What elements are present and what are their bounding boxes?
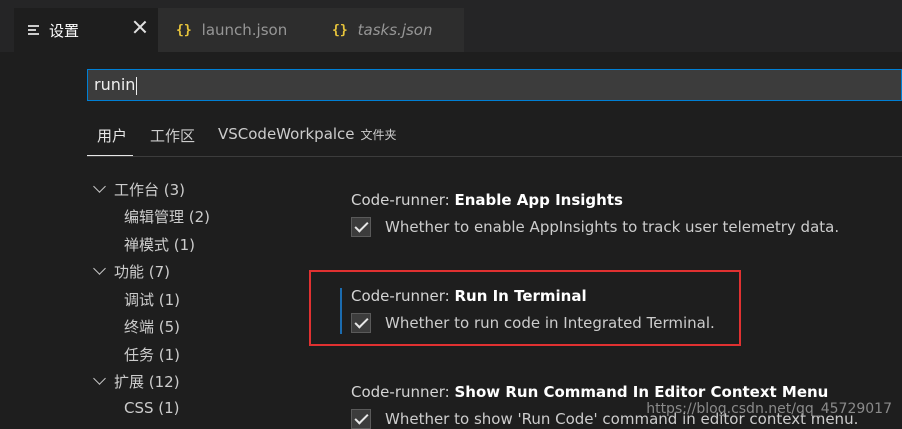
setting-prefix: Code-runner: bbox=[351, 383, 455, 401]
tree-item-css[interactable]: CSS (1) bbox=[124, 399, 180, 417]
settings-lines-icon bbox=[28, 25, 39, 35]
tab-label: launch.json bbox=[201, 21, 288, 39]
tree-item-terminal[interactable]: 终端 (5) bbox=[124, 316, 180, 337]
json-braces-icon: {} bbox=[332, 22, 348, 38]
scope-tab-folder[interactable]: VSCodeWorkpalce 文件夹 bbox=[218, 125, 397, 143]
checkbox-checked[interactable] bbox=[351, 217, 371, 237]
tree-group-extensions[interactable]: 扩展 (12) bbox=[93, 371, 180, 392]
chevron-down-icon bbox=[93, 180, 106, 193]
tree-label: 工作台 (3) bbox=[114, 181, 186, 199]
annotation-highlight-box bbox=[309, 270, 741, 346]
tree-label: 功能 (7) bbox=[114, 263, 171, 281]
setting-title: Code-runner: Enable App Insights bbox=[351, 191, 839, 209]
setting-enable-app-insights: Code-runner: Enable App Insights Whether… bbox=[351, 191, 839, 237]
setting-name: Show Run Command In Editor Context Menu bbox=[454, 383, 829, 401]
tree-label: 扩展 (12) bbox=[114, 373, 180, 391]
setting-title: Code-runner: Show Run Command In Editor … bbox=[351, 383, 858, 401]
settings-search-input[interactable]: runin bbox=[87, 69, 902, 101]
scope-tab-workspace[interactable]: 工作区 bbox=[150, 125, 195, 146]
tree-item-zen-mode[interactable]: 禅模式 (1) bbox=[124, 234, 195, 255]
setting-name: Enable App Insights bbox=[454, 191, 623, 209]
setting-prefix: Code-runner: bbox=[351, 191, 455, 209]
folder-suffix: 文件夹 bbox=[360, 128, 397, 142]
editor-tab-bar: 设置 {} launch.json {} tasks.json bbox=[0, 0, 902, 52]
tab-label: tasks.json bbox=[357, 21, 433, 39]
tab-tasks-json[interactable]: {} tasks.json bbox=[314, 8, 464, 52]
tree-item-debug[interactable]: 调试 (1) bbox=[124, 289, 180, 310]
chevron-down-icon bbox=[93, 262, 106, 275]
settings-scope-tabs: 用户 工作区 VSCodeWorkpalce 文件夹 bbox=[86, 118, 902, 157]
json-braces-icon: {} bbox=[176, 22, 192, 38]
folder-name: VSCodeWorkpalce bbox=[218, 125, 355, 143]
watermark-text: https://blog.csdn.net/qq_45729017 bbox=[646, 401, 892, 417]
tree-group-features[interactable]: 功能 (7) bbox=[93, 261, 171, 282]
checkbox-checked[interactable] bbox=[351, 409, 371, 429]
tab-label: 设置 bbox=[49, 21, 80, 40]
tab-launch-json[interactable]: {} launch.json bbox=[158, 8, 314, 52]
setting-description: Whether to enable AppInsights to track u… bbox=[385, 218, 840, 236]
tree-item-editor-management[interactable]: 编辑管理 (2) bbox=[124, 206, 210, 227]
tab-settings[interactable]: 设置 bbox=[14, 8, 158, 52]
tree-group-workbench[interactable]: 工作台 (3) bbox=[93, 179, 186, 200]
search-value: runin bbox=[94, 75, 136, 94]
scope-tab-user[interactable]: 用户 bbox=[86, 125, 134, 156]
close-icon[interactable] bbox=[132, 19, 148, 35]
tree-item-tasks[interactable]: 任务 (1) bbox=[124, 344, 180, 365]
text-caret bbox=[136, 76, 138, 95]
chevron-down-icon bbox=[93, 372, 106, 385]
